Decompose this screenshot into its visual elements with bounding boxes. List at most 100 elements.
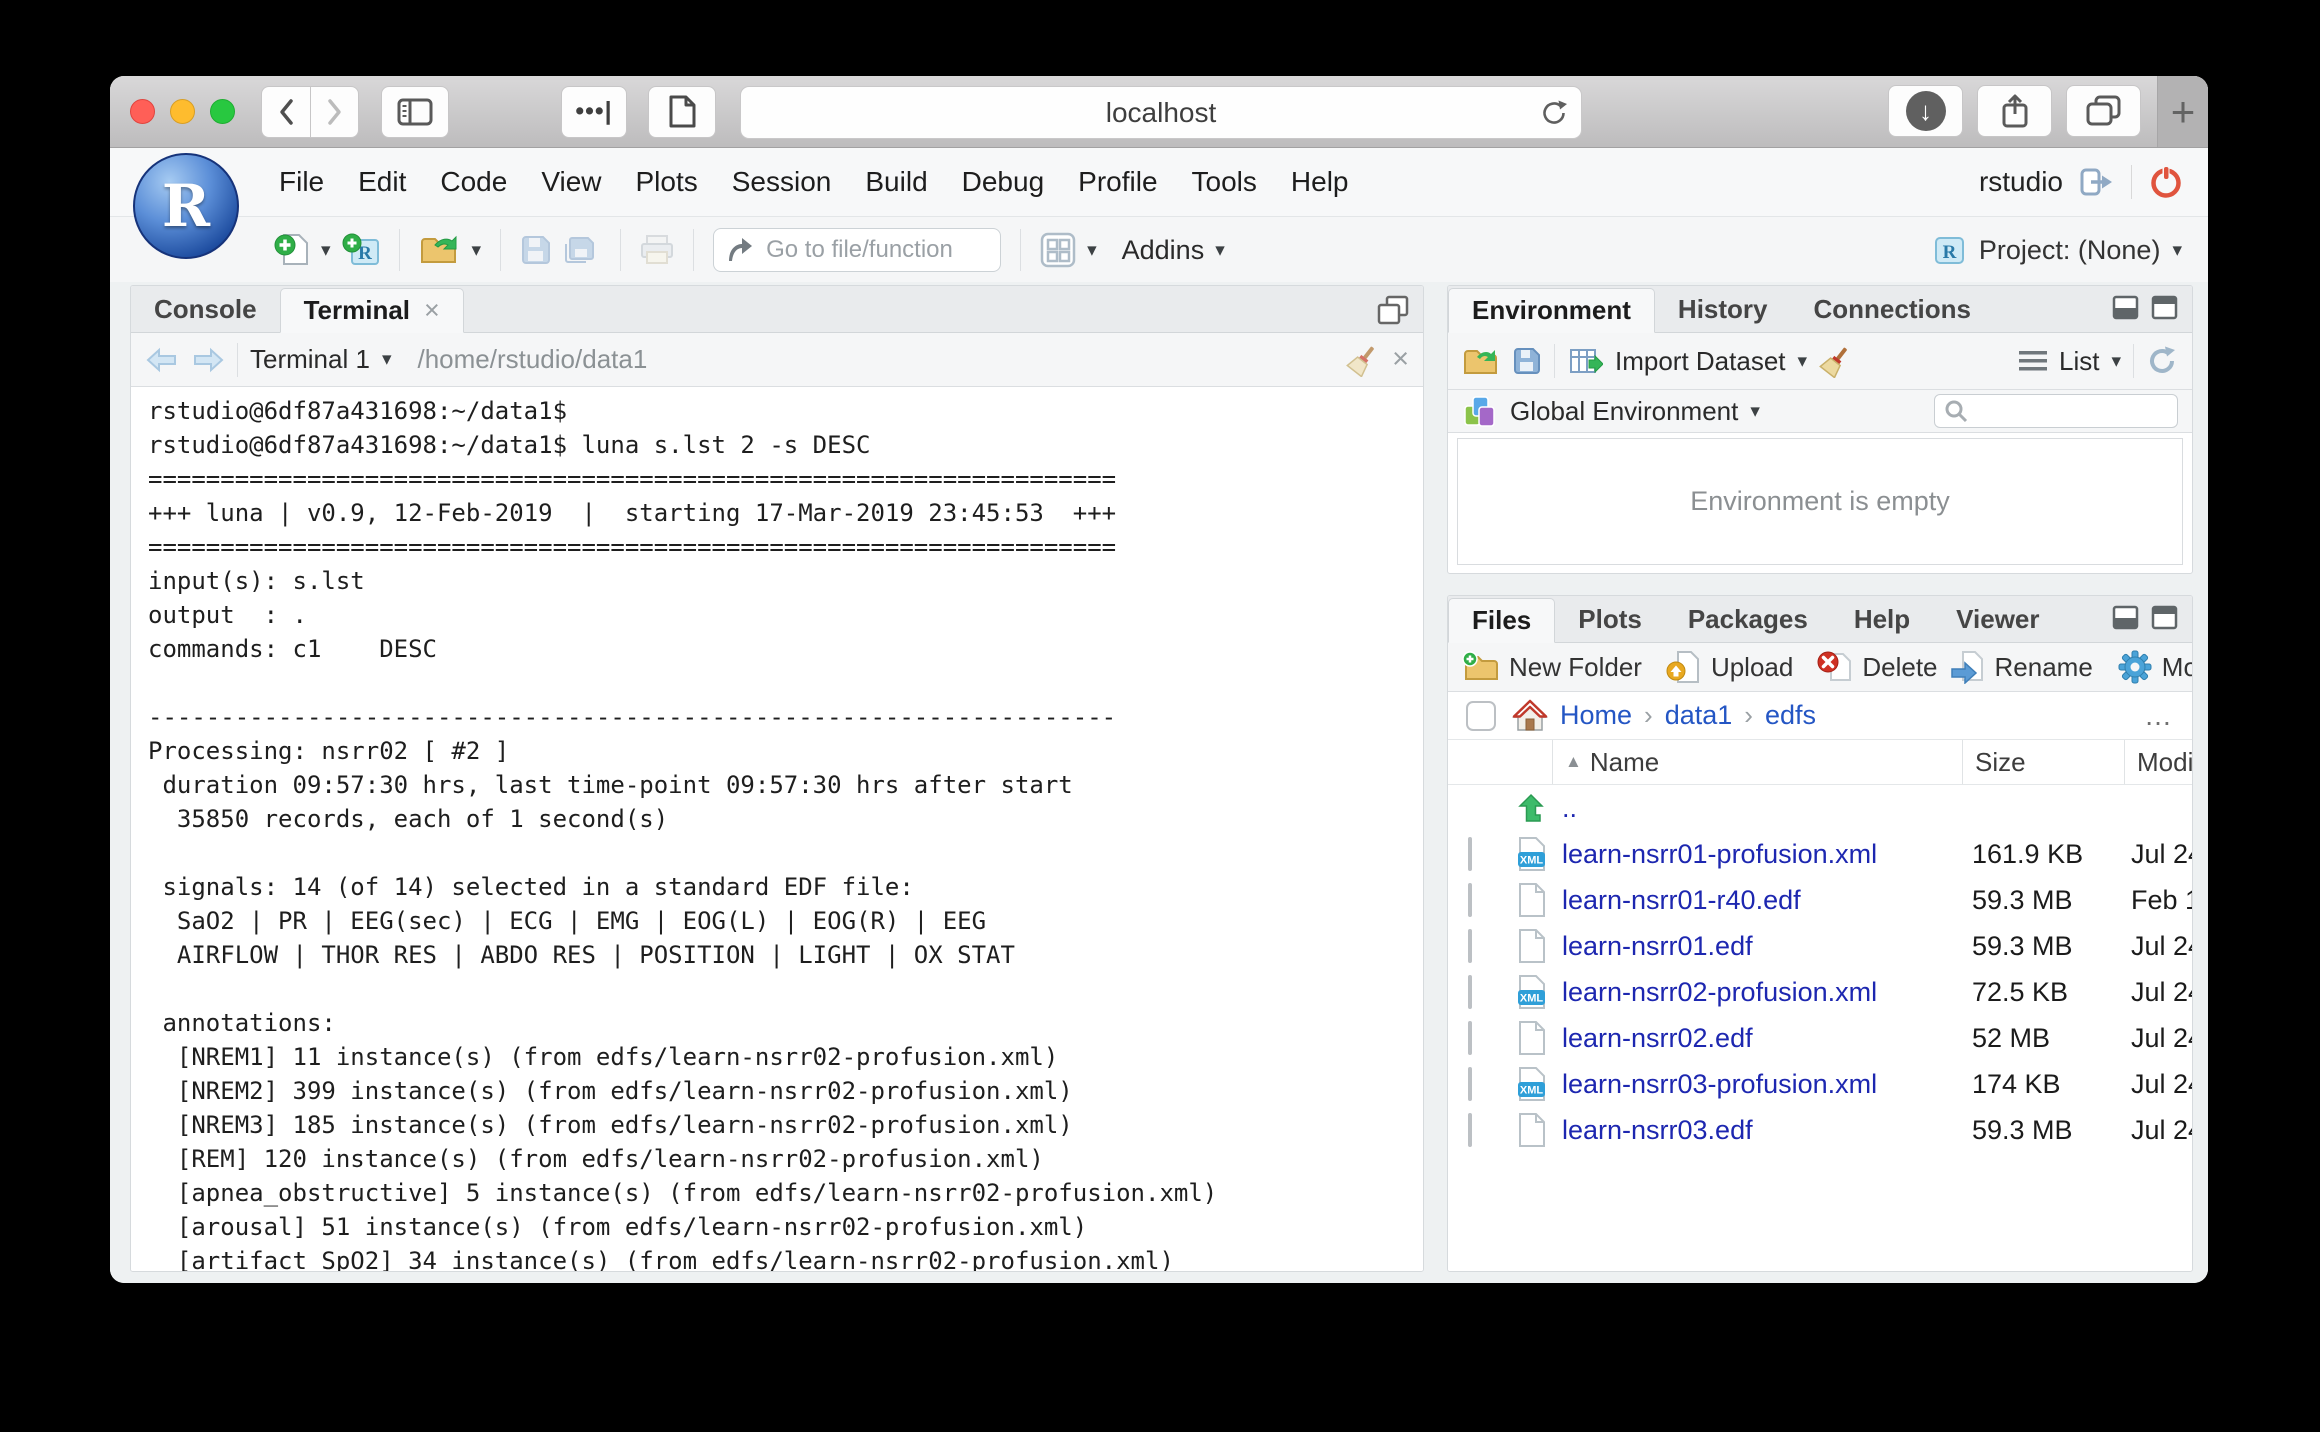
row-checkbox[interactable]	[1468, 975, 1472, 1009]
menu-view[interactable]: View	[524, 166, 618, 198]
popout-icon[interactable]	[1377, 295, 1409, 325]
goto-file-function-box[interactable]	[713, 228, 1001, 272]
table-row[interactable]: learn-nsrr01.edf 59.3 MB Jul 24	[1448, 923, 2192, 969]
row-checkbox[interactable]	[1468, 1113, 1472, 1147]
tab-console[interactable]: Console	[131, 287, 280, 332]
import-dataset-caret[interactable]: ▾	[1798, 352, 1808, 371]
minimize-panel-icon[interactable]	[2112, 295, 2139, 320]
terminal-selector[interactable]: Terminal 1	[250, 344, 370, 375]
file-link[interactable]: learn-nsrr01-r40.edf	[1562, 885, 1801, 915]
menu-plots[interactable]: Plots	[619, 166, 715, 198]
save-all-icon[interactable]	[563, 234, 601, 266]
menu-help[interactable]: Help	[1274, 166, 1366, 198]
breadcrumb-data1[interactable]: data1	[1665, 700, 1733, 731]
forward-button[interactable]	[310, 86, 359, 138]
menu-session[interactable]: Session	[715, 166, 849, 198]
file-link[interactable]: learn-nsrr03-profusion.xml	[1562, 1069, 1877, 1099]
open-file-caret[interactable]: ▾	[472, 241, 482, 260]
maximize-panel-icon[interactable]	[2151, 605, 2178, 630]
table-row[interactable]: XML learn-nsrr01-profusion.xml 161.9 KB …	[1448, 831, 2192, 877]
project-menu-button[interactable]: R Project: (None) ▾	[1933, 233, 2182, 267]
row-checkbox[interactable]	[1468, 1021, 1472, 1055]
tab-plots[interactable]: Plots	[1555, 597, 1665, 642]
addins-caret[interactable]: ▾	[1215, 241, 1225, 260]
reload-icon[interactable]	[1539, 98, 1569, 128]
row-checkbox[interactable]	[1468, 837, 1472, 871]
table-row-parent-dir[interactable]: ..	[1448, 785, 2192, 831]
tab-files[interactable]: Files	[1448, 598, 1555, 643]
clear-terminal-broom-icon[interactable]	[1346, 343, 1380, 377]
environment-search-box[interactable]	[1934, 394, 2178, 428]
clear-environment-broom-icon[interactable]	[1819, 344, 1853, 378]
tab-terminal[interactable]: Terminal ×	[280, 288, 464, 333]
tab-history[interactable]: History	[1655, 287, 1791, 332]
breadcrumb-ellipsis-button[interactable]: …	[2144, 700, 2174, 732]
tab-environment[interactable]: Environment	[1448, 288, 1655, 333]
print-icon[interactable]	[640, 234, 674, 266]
table-row[interactable]: learn-nsrr02.edf 52 MB Jul 24	[1448, 1015, 2192, 1061]
rename-button[interactable]: Rename	[1950, 650, 2093, 684]
file-link[interactable]: ..	[1562, 793, 1577, 823]
row-checkbox[interactable]	[1468, 883, 1472, 917]
sidebar-button[interactable]	[381, 86, 449, 138]
header-modified[interactable]: Modified	[2124, 740, 2192, 784]
terminal-forward-icon[interactable]	[191, 345, 225, 375]
table-row[interactable]: XML learn-nsrr03-profusion.xml 174 KB Ju…	[1448, 1061, 2192, 1107]
new-file-icon[interactable]	[274, 232, 310, 268]
maximize-panel-icon[interactable]	[2151, 295, 2178, 320]
home-icon[interactable]	[1512, 699, 1548, 732]
new-tab-button[interactable]: +	[2157, 76, 2208, 147]
menu-tools[interactable]: Tools	[1175, 166, 1274, 198]
quit-session-power-icon[interactable]	[2148, 164, 2184, 200]
share-button[interactable]	[1977, 85, 2052, 137]
minimize-panel-icon[interactable]	[2112, 605, 2139, 630]
close-terminal-tab-icon[interactable]: ×	[424, 295, 440, 326]
pane-layout-icon[interactable]	[1040, 232, 1076, 268]
select-all-checkbox[interactable]	[1466, 701, 1496, 731]
menu-edit[interactable]: Edit	[341, 166, 423, 198]
address-bar[interactable]: localhost	[740, 86, 1582, 139]
close-terminal-icon[interactable]: ×	[1392, 343, 1409, 376]
save-workspace-icon[interactable]	[1512, 346, 1542, 376]
menu-build[interactable]: Build	[848, 166, 944, 198]
menu-profile[interactable]: Profile	[1061, 166, 1174, 198]
terminal-selector-caret[interactable]: ▾	[382, 350, 392, 369]
new-project-icon[interactable]: R	[342, 232, 380, 268]
breadcrumb-home[interactable]: Home	[1560, 700, 1632, 731]
menu-debug[interactable]: Debug	[945, 166, 1062, 198]
file-link[interactable]: learn-nsrr03.edf	[1562, 1115, 1753, 1145]
new-file-caret[interactable]: ▾	[321, 241, 331, 260]
more-button[interactable]: More	[2117, 649, 2192, 685]
terminal-back-icon[interactable]	[145, 345, 179, 375]
upload-button[interactable]: Upload	[1666, 650, 1793, 684]
tab-packages[interactable]: Packages	[1665, 597, 1831, 642]
header-name[interactable]: ▲ Name	[1552, 740, 1962, 784]
file-link[interactable]: learn-nsrr02-profusion.xml	[1562, 977, 1877, 1007]
new-folder-button[interactable]: New Folder	[1462, 651, 1642, 683]
downloads-button[interactable]: ↓	[1888, 85, 1963, 137]
menu-file[interactable]: File	[262, 166, 341, 198]
environment-search-input[interactable]	[1975, 397, 2169, 425]
pane-layout-caret[interactable]: ▾	[1087, 241, 1097, 260]
breadcrumb-edfs[interactable]: edfs	[1765, 700, 1816, 731]
import-dataset-button[interactable]: Import Dataset	[1615, 346, 1786, 377]
row-checkbox[interactable]	[1468, 929, 1472, 963]
close-window-button[interactable]	[130, 99, 155, 124]
header-size[interactable]: Size	[1962, 740, 2124, 784]
file-link[interactable]: learn-nsrr01-profusion.xml	[1562, 839, 1877, 869]
file-link[interactable]: learn-nsrr01.edf	[1562, 931, 1753, 961]
refresh-environment-icon[interactable]	[2146, 345, 2178, 377]
goto-file-function-input[interactable]	[764, 235, 990, 265]
zoom-window-button[interactable]	[210, 99, 235, 124]
new-page-button[interactable]	[648, 86, 716, 138]
environment-scope-caret[interactable]: ▾	[1750, 402, 1760, 421]
back-button[interactable]	[261, 86, 310, 138]
tab-overview-button[interactable]	[2066, 85, 2141, 137]
menu-code[interactable]: Code	[423, 166, 524, 198]
environment-scope-button[interactable]: Global Environment	[1510, 396, 1738, 427]
password-autofill-button[interactable]: •••|	[561, 86, 627, 138]
sign-out-icon[interactable]	[2079, 166, 2115, 198]
save-icon[interactable]	[520, 234, 552, 266]
delete-button[interactable]: Delete	[1817, 650, 1937, 684]
table-row[interactable]: learn-nsrr03.edf 59.3 MB Jul 24	[1448, 1107, 2192, 1153]
